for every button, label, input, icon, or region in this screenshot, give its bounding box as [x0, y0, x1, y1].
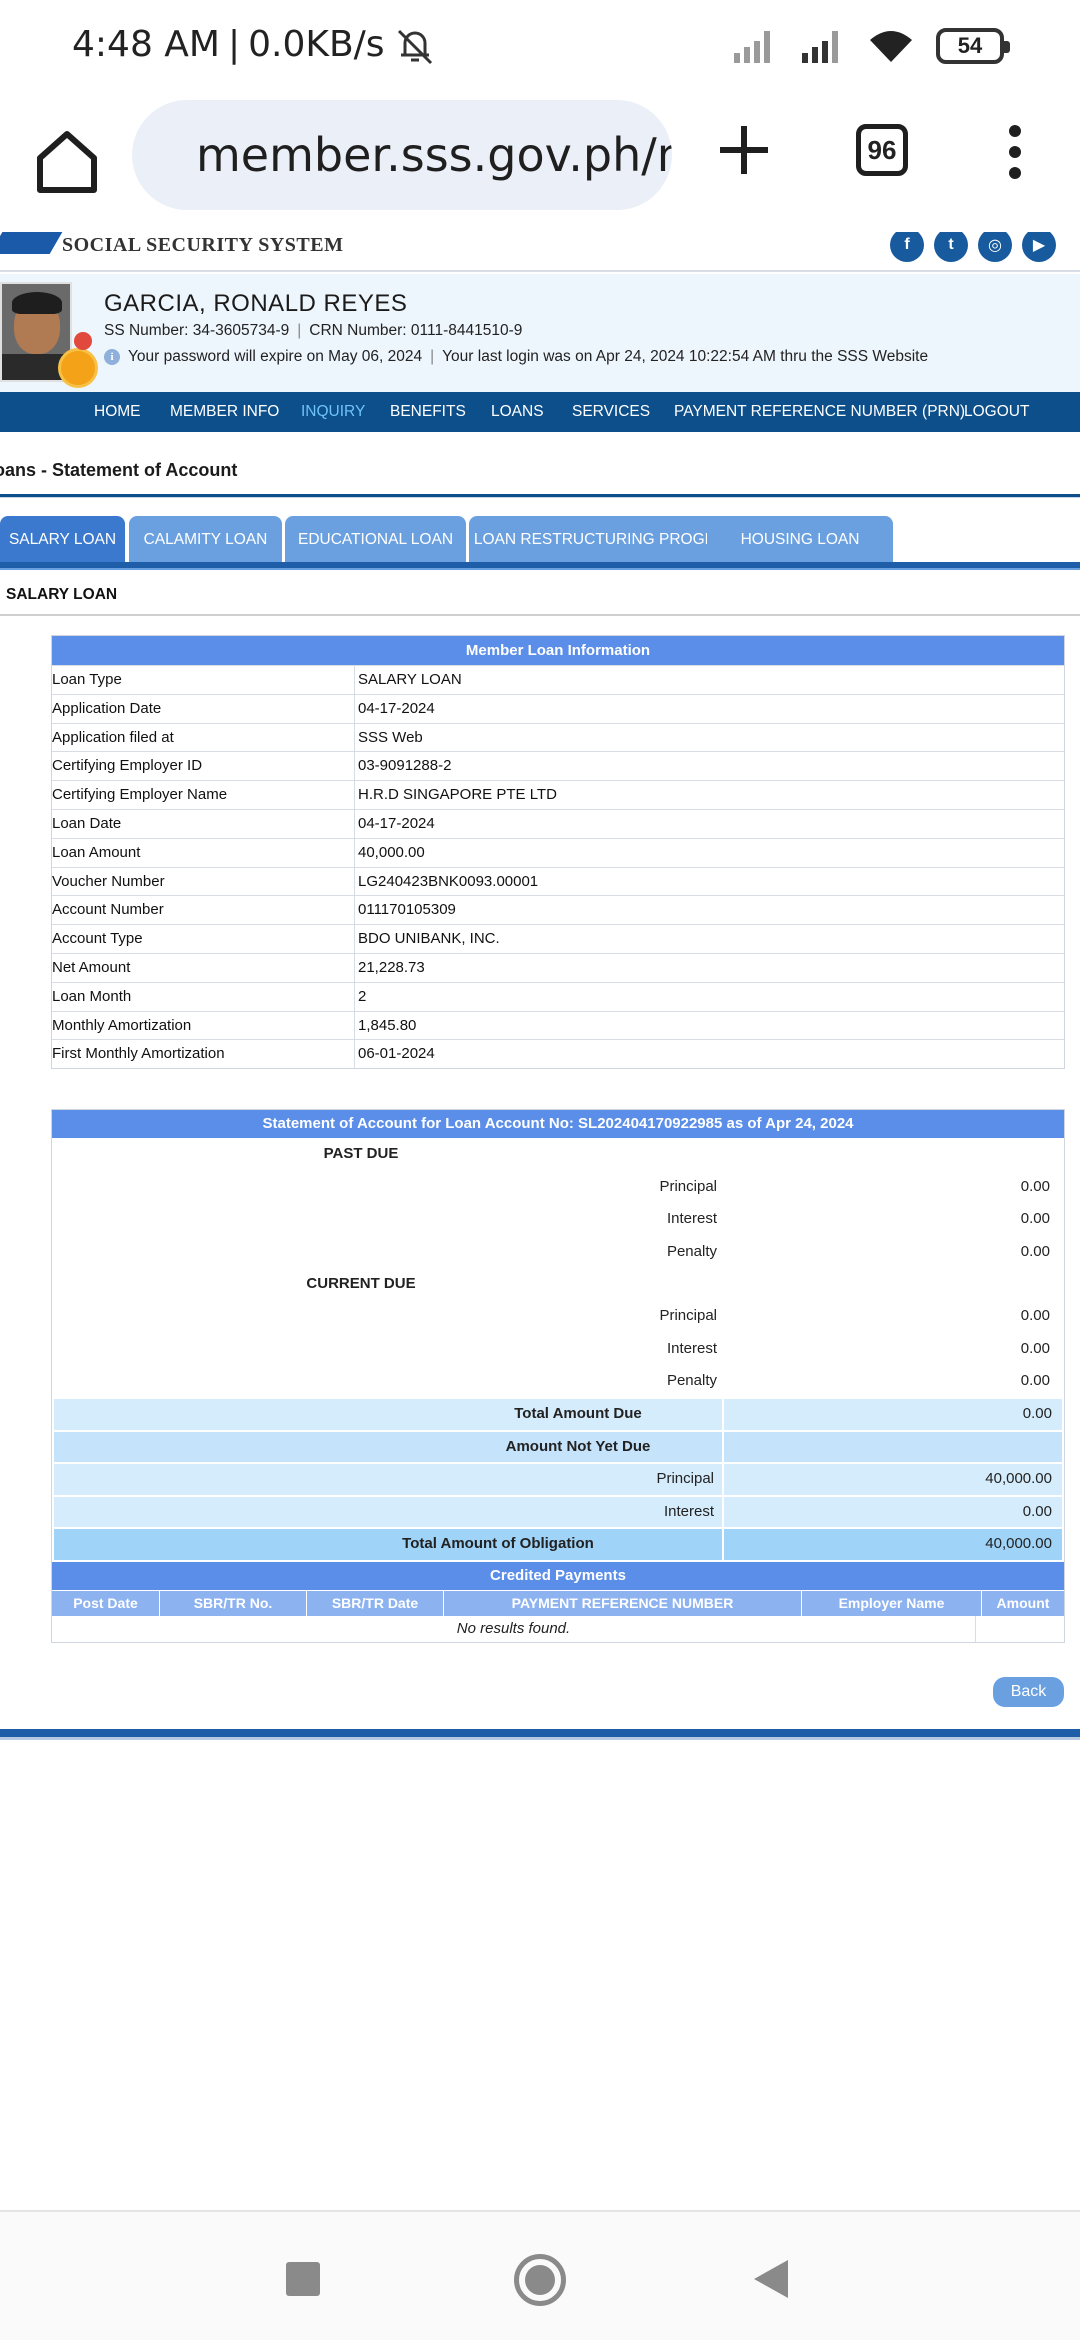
table-row: Application filed at SSS Web	[52, 722, 1064, 752]
table-row: Loan Amount 40,000.00	[52, 837, 1064, 867]
table-row: Monthly Amortization 1,845.80	[52, 1010, 1064, 1040]
table-row: Principal 0.00	[659, 1177, 1050, 1195]
back-button[interactable]: Back	[993, 1677, 1064, 1707]
statement-header: Statement of Account for Loan Account No…	[52, 1110, 1064, 1138]
nav-services[interactable]: SERVICES	[572, 403, 650, 421]
browser-toolbar: member.sss.gov.ph/m 96	[0, 96, 1080, 232]
page-title: oans - Statement of Account	[0, 460, 238, 480]
nav-home[interactable]: HOME	[94, 403, 141, 421]
new-tab-icon[interactable]	[716, 120, 772, 180]
table-row: Interest 0.00	[666, 1210, 1050, 1228]
site-header: SOCIAL SECURITY SYSTEM f t ◎ ▶	[0, 232, 1080, 272]
status-time: 4:48 AM	[72, 24, 220, 65]
ss-number: SS Number: 34-3605734-9	[104, 322, 290, 339]
status-left: 4:48 AM | 0.0KB/s	[72, 24, 437, 65]
system-nav-bar	[0, 2212, 1080, 2340]
login-info: i Your password will expire on May 06, 2…	[104, 348, 928, 366]
battery-icon: 54	[936, 28, 1010, 64]
last-login: Your last login was on Apr 24, 2024 10:2…	[442, 348, 929, 365]
table-row: Certifying Employer ID 03-9091288-2	[52, 751, 1064, 781]
tab-salary-loan[interactable]: SALARY LOAN	[0, 516, 125, 564]
main-nav: HOME MEMBER INFO INQUIRY BENEFITS LOANS …	[0, 392, 1080, 432]
member-ids: SS Number: 34-3605734-9 | CRN Number: 0111…	[104, 322, 523, 339]
instagram-icon[interactable]: ◎	[978, 232, 1012, 262]
nav-prn[interactable]: PAYMENT REFERENCE NUMBER (PRN)	[674, 403, 965, 421]
badge-icon	[58, 348, 98, 388]
not-yet-due-row: Amount Not Yet Due	[54, 1429, 1062, 1462]
loan-info-table: Member Loan Information Loan Type SALARY …	[51, 635, 1065, 1070]
status-bar: 4:48 AM | 0.0KB/s 54	[0, 0, 1080, 96]
table-row: Account Number 011170105309	[52, 895, 1064, 925]
section-title: SALARY LOAN	[6, 586, 118, 603]
sss-logo	[0, 232, 63, 254]
nav-logout[interactable]: LOGOUT	[964, 403, 1029, 421]
member-profile: GARCIA, RONALD REYES SS Number: 34-36057…	[0, 274, 1080, 392]
signal-weak-icon	[734, 31, 770, 63]
tab-calamity-loan[interactable]: CALAMITY LOAN	[129, 516, 282, 564]
back-triangle-icon[interactable]	[754, 2260, 788, 2298]
nav-loans[interactable]: LOANS	[491, 403, 544, 421]
nav-inquiry[interactable]: INQUIRY	[301, 403, 365, 421]
statement-table: Statement of Account for Loan Account No…	[51, 1109, 1065, 1643]
member-name: GARCIA, RONALD REYES	[104, 290, 408, 317]
current-due-label: CURRENT DUE	[306, 1274, 416, 1292]
tab-housing-loan[interactable]: HOUSING LOAN	[707, 516, 893, 564]
org-name: SOCIAL SECURITY SYSTEM	[62, 234, 344, 256]
table-row: Principal 0.00	[659, 1307, 1050, 1325]
mute-bell-icon	[397, 29, 432, 64]
past-due-label: PAST DUE	[323, 1145, 399, 1162]
home-icon[interactable]	[34, 126, 100, 196]
table-row: Interest 0.00	[666, 1339, 1050, 1357]
nav-member-info[interactable]: MEMBER INFO	[170, 403, 279, 421]
table-row: Penalty 0.00	[666, 1242, 1050, 1260]
table-row: Voucher Number LG240423BNK0093.00001	[52, 866, 1064, 896]
table-row: Certifying Employer Name H.R.D SINGAPORE …	[52, 780, 1064, 809]
facebook-icon[interactable]: f	[890, 232, 924, 262]
table-row: Account Type BDO UNIBANK, INC.	[52, 924, 1064, 953]
status-right: 54	[732, 28, 1010, 64]
credited-payments-header: Credited Payments	[52, 1561, 1064, 1590]
url-bar[interactable]: member.sss.gov.ph/m	[132, 100, 672, 210]
table-row: Net Amount 21,228.73	[52, 952, 1064, 982]
credited-payments-columns: Post Date SBR/TR No. SBR/TR Date PAYMENT…	[52, 1589, 1064, 1616]
credited-payments-empty: No results found.	[52, 1615, 1064, 1642]
loan-tabs: SALARY LOAN CALAMITY LOAN EDUCATIONAL LO…	[0, 516, 1080, 564]
tab-count: 96	[867, 134, 897, 165]
info-icon: i	[104, 349, 120, 365]
tab-switcher-button[interactable]: 96	[856, 124, 908, 176]
signal-strong-icon	[802, 31, 838, 63]
loan-info-header: Member Loan Information	[52, 636, 1064, 665]
table-row: Application Date 04-17-2024	[52, 693, 1064, 723]
recents-icon[interactable]	[286, 2262, 320, 2296]
status-network: 0.0KB/s	[248, 24, 385, 65]
battery-level: 54	[957, 33, 983, 58]
nav-benefits[interactable]: BENEFITS	[390, 403, 466, 421]
twitter-icon[interactable]: t	[934, 232, 968, 262]
not-yet-due-interest-row: Interest 0.00	[54, 1494, 1062, 1527]
wifi-icon	[870, 31, 912, 62]
table-row: Penalty 0.00	[666, 1372, 1050, 1390]
table-row: First Monthly Amortization 06-01-2024	[52, 1039, 1064, 1069]
total-obligation-row: Total Amount of Obligation 40,000.00	[54, 1527, 1062, 1560]
password-notice: Your password will expire on May 06, 202…	[128, 348, 423, 365]
not-yet-due-principal-row: Principal 40,000.00	[54, 1462, 1062, 1495]
crn-number: CRN Number: 0111-8441510-9	[309, 322, 523, 339]
table-row: Loan Type SALARY LOAN	[52, 665, 1064, 694]
youtube-icon[interactable]: ▶	[1022, 232, 1056, 262]
total-amount-due-row: Total Amount Due 0.00	[54, 1397, 1062, 1430]
more-menu-icon[interactable]	[1000, 124, 1030, 180]
home-circle-icon[interactable]	[514, 2254, 566, 2306]
table-row: Loan Date 04-17-2024	[52, 808, 1064, 838]
tab-educational-loan[interactable]: EDUCATIONAL LOAN	[285, 516, 466, 564]
tab-loan-restructuring[interactable]: LOAN RESTRUCTURING PROGRAM	[469, 516, 744, 564]
url-text[interactable]: member.sss.gov.ph/m	[196, 128, 672, 182]
table-row: Loan Month 2	[52, 981, 1064, 1011]
